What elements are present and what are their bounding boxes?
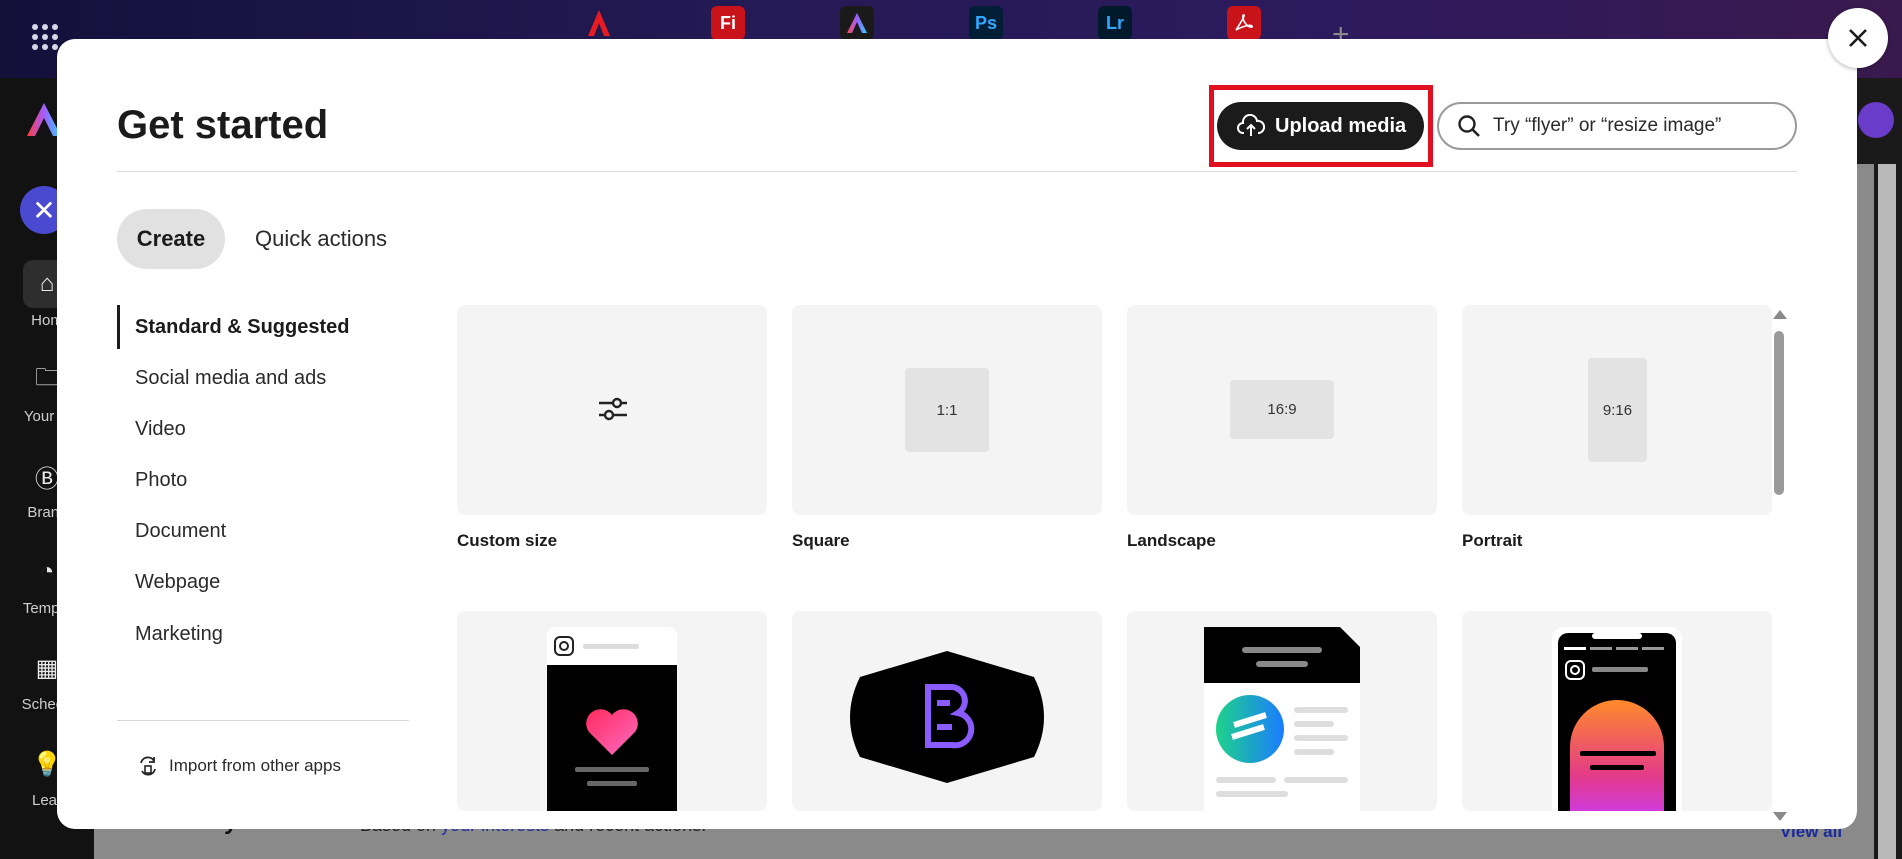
upload-media-label: Upload media <box>1275 114 1407 137</box>
category-photo[interactable]: Photo <box>117 458 407 502</box>
brand-logo-thumbnail-icon <box>850 651 1044 783</box>
category-webpage[interactable]: Webpage <box>117 560 407 604</box>
card-label-landscape: Landscape <box>1127 531 1216 550</box>
instagram-post-thumbnail-icon <box>547 627 677 811</box>
acrobat-pdf-tab-icon[interactable] <box>1227 6 1261 40</box>
background-scrollbar[interactable] <box>1878 164 1896 859</box>
header-divider <box>117 171 1797 172</box>
get-started-dialog: Get started Upload media Try “flyer” or … <box>57 39 1857 829</box>
card-custom-size[interactable] <box>457 305 767 515</box>
category-video[interactable]: Video <box>117 407 407 451</box>
acrobat-tab-icon[interactable] <box>582 6 616 40</box>
import-label: Import from other apps <box>169 756 341 775</box>
scroll-thumb[interactable] <box>1774 331 1784 495</box>
search-placeholder: Try “flyer” or “resize image” <box>1493 115 1722 136</box>
card-logo[interactable] <box>792 611 1102 811</box>
tab-create[interactable]: Create <box>117 209 225 269</box>
tab-quick-actions[interactable]: Quick actions <box>255 209 387 269</box>
card-label-square: Square <box>792 531 850 550</box>
close-icon <box>1849 29 1867 47</box>
category-social-media-ads[interactable]: Social media and ads <box>117 356 407 400</box>
card-portrait[interactable]: 9:16 <box>1462 305 1772 515</box>
import-from-other-apps-button[interactable]: Import from other apps <box>137 755 341 777</box>
search-input[interactable]: Try “flyer” or “resize image” <box>1437 102 1797 150</box>
search-icon <box>1458 115 1480 137</box>
card-landscape[interactable]: 16:9 <box>1127 305 1437 515</box>
photoshop-tab-icon[interactable]: Ps <box>969 6 1003 40</box>
lightroom-tab-icon[interactable]: Lr <box>1098 6 1132 40</box>
scroll-down-icon[interactable] <box>1773 812 1787 821</box>
dialog-close-button[interactable] <box>1828 8 1888 68</box>
card-flyer[interactable] <box>1127 611 1437 811</box>
app-grid-icon[interactable] <box>32 24 58 50</box>
import-icon <box>140 756 156 776</box>
sliders-icon <box>599 397 627 421</box>
instagram-story-thumbnail-icon <box>1552 627 1682 811</box>
flyer-thumbnail-icon <box>1204 627 1360 811</box>
dialog-title: Get started <box>117 103 329 147</box>
express-tab-icon[interactable] <box>840 6 874 40</box>
category-standard-suggested[interactable]: Standard & Suggested <box>117 305 407 349</box>
firefly-tab-icon[interactable]: Fi <box>711 6 745 40</box>
card-instagram-story[interactable] <box>1462 611 1772 811</box>
scroll-up-icon[interactable] <box>1773 310 1787 319</box>
ratio-square: 1:1 <box>905 368 989 452</box>
category-marketing[interactable]: Marketing <box>117 612 407 656</box>
category-document[interactable]: Document <box>117 509 407 553</box>
user-avatar[interactable] <box>1858 102 1894 138</box>
card-instagram-post[interactable] <box>457 611 767 811</box>
ratio-landscape: 16:9 <box>1230 380 1334 439</box>
upload-media-button[interactable]: Upload media <box>1217 102 1424 150</box>
card-square[interactable]: 1:1 <box>792 305 1102 515</box>
category-divider <box>117 720 409 721</box>
cloud-upload-icon <box>1237 114 1265 136</box>
card-label-portrait: Portrait <box>1462 531 1523 550</box>
ratio-portrait: 9:16 <box>1588 358 1647 462</box>
card-label-custom-size: Custom size <box>457 531 558 550</box>
